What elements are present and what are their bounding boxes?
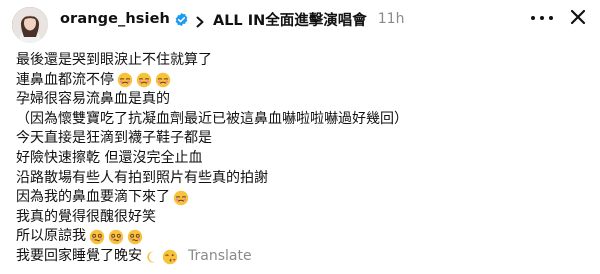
face-with-tears-emoji	[136, 73, 152, 88]
post-line: 今天直接是狂滴到襪子鞋子都是	[16, 129, 586, 149]
post-line-text: 所以原諒我	[16, 228, 86, 245]
more-icon[interactable]	[531, 9, 553, 27]
threads-post: orange_hsieh ALL IN全面進擊演唱會 11h 最後還是哭到眼淚止…	[0, 0, 600, 274]
more-dot	[540, 16, 544, 20]
post-line: （因為懷雙寶吃了抗凝血劑最近已被這鼻血嚇啦啦嚇過好幾回）	[16, 110, 586, 130]
verified-badge-icon	[174, 12, 189, 27]
post-line: 我真的覺得很醜很好笑	[16, 208, 586, 228]
post-line: 連鼻血都流不停	[16, 71, 586, 91]
woozy-face-emoji	[108, 229, 124, 245]
woozy-face-emoji	[89, 229, 105, 245]
more-dot	[549, 16, 553, 20]
post-header: orange_hsieh ALL IN全面進擊演唱會 11h	[60, 9, 404, 29]
post-line-text: 因為我的鼻血要滴下來了	[16, 189, 170, 206]
topic-tag[interactable]: ALL IN全面進擊演唱會	[213, 9, 367, 30]
post-line-text: 連鼻血都流不停	[16, 71, 114, 88]
timestamp: 11h	[377, 11, 405, 27]
post-body: 最後還是哭到眼淚止不住就算了 連鼻血都流不停 孕婦很容易流鼻血是真的 （因為懷雙…	[16, 51, 586, 267]
post-line: 最後還是哭到眼淚止不住就算了	[16, 51, 586, 71]
post-line-text: 最後還是哭到眼淚止不住就算了	[16, 52, 212, 68]
post-line-text: 孕婦很容易流鼻血是真的	[16, 91, 170, 108]
avatar-image	[12, 7, 48, 43]
post-line-text: 今天直接是狂滴到襪子鞋子都是	[16, 130, 212, 147]
post-line-text: 我真的覺得很醜很好笑	[16, 208, 156, 225]
post-line: 孕婦很容易流鼻血是真的	[16, 90, 586, 110]
username[interactable]: orange_hsieh	[60, 11, 170, 27]
chevron-right-icon	[195, 13, 205, 28]
post-line-text: （因為懷雙寶吃了抗凝血劑最近已被這鼻血嚇啦啦嚇過好幾回）	[16, 110, 408, 127]
face-with-tears-emoji	[155, 73, 171, 88]
post-line: 因為我的鼻血要滴下來了	[16, 188, 586, 208]
post-line: 所以原諒我	[16, 227, 586, 247]
post-line-text: 沿路散場有些人有拍到照片有些真的拍謝	[16, 169, 268, 186]
crescent-moon-emoji	[147, 251, 156, 263]
post-line: 我要回家睡覺了晚安 Translate	[16, 247, 586, 267]
face-with-tears-emoji	[117, 73, 133, 88]
avatar[interactable]	[12, 7, 48, 43]
more-dot	[531, 16, 535, 20]
post-line: 沿路散場有些人有拍到照片有些真的拍謝	[16, 169, 586, 189]
kissing-face-emoji	[162, 249, 178, 264]
face-with-tears-emoji	[173, 190, 189, 206]
close-icon[interactable]	[570, 9, 586, 25]
woozy-face-emoji	[127, 229, 143, 245]
post-line: 好險快速擦乾 但還沒完全止血	[16, 149, 586, 169]
post-line-text: 我要回家睡覺了晚安	[16, 247, 142, 264]
post-line-text: 好險快速擦乾 但還沒完全止血	[16, 149, 203, 166]
translate-link[interactable]: Translate	[188, 247, 252, 267]
